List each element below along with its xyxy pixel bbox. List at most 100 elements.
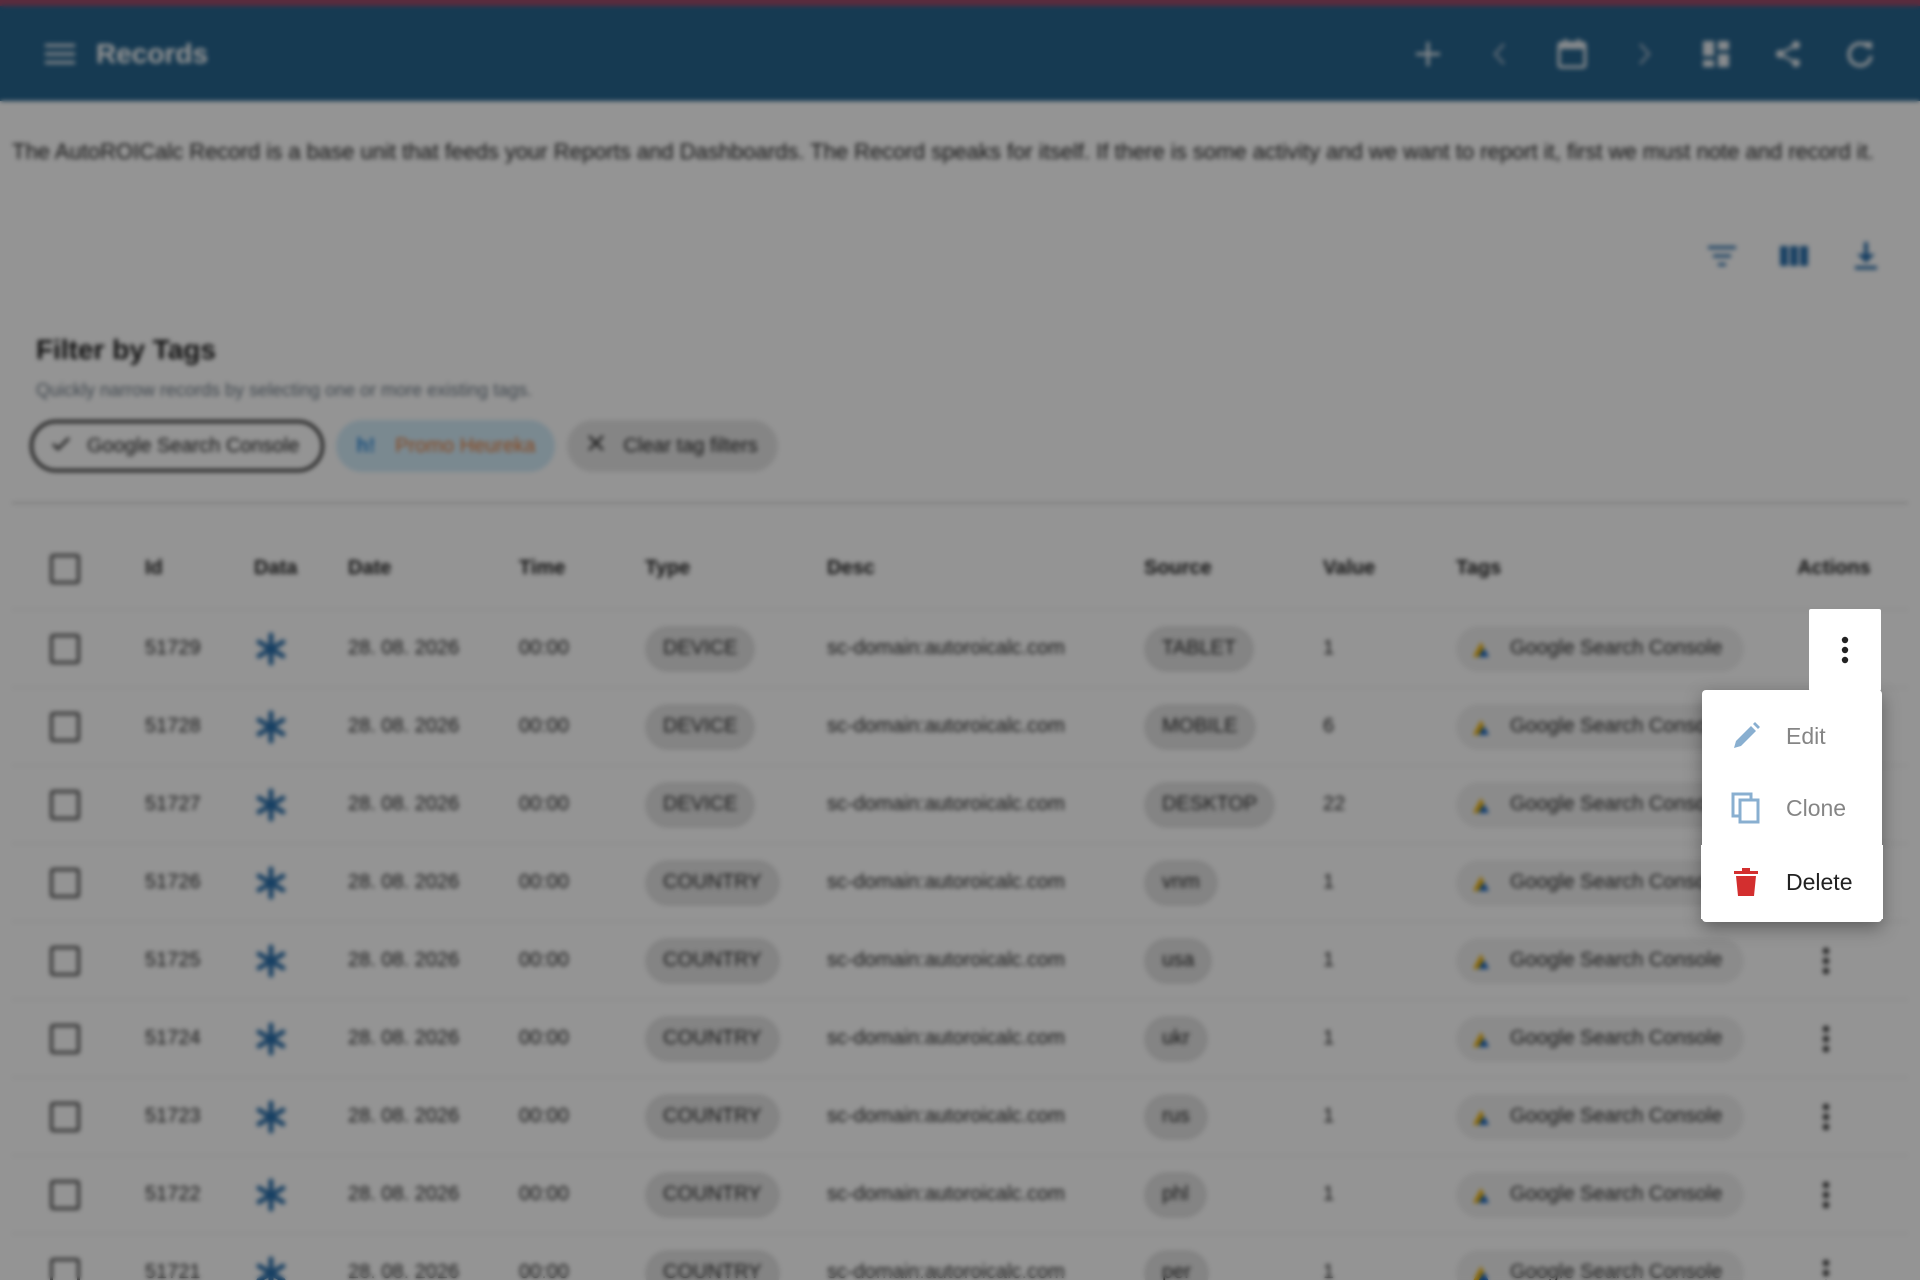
row-checkbox[interactable] <box>50 633 80 664</box>
google-search-console-icon <box>1473 1187 1489 1203</box>
column-header-source[interactable]: Source <box>1144 528 1212 609</box>
table-row[interactable]: 51725 28. 08. 2026 00:00 COUNTRY sc-domain:a… <box>12 922 1908 1000</box>
cell-date: 28. 08. 2026 <box>348 715 460 737</box>
tag-badge[interactable]: Google Search Console <box>1456 1249 1745 1280</box>
calendar-button[interactable] <box>1536 26 1608 82</box>
column-header-value[interactable]: Value <box>1323 528 1375 609</box>
tag-badge[interactable]: Google Search Console <box>1456 625 1745 672</box>
filter-button[interactable] <box>1686 232 1758 280</box>
next-period-button[interactable] <box>1608 26 1680 82</box>
cell-desc: sc-domain:autoroicalc.com <box>827 1183 1065 1205</box>
google-search-console-icon <box>1473 1265 1489 1280</box>
columns-button[interactable] <box>1758 232 1830 280</box>
row-checkbox[interactable] <box>50 1023 80 1054</box>
asterisk-icon <box>256 1256 286 1280</box>
row-checkbox[interactable] <box>50 1179 80 1210</box>
table-row[interactable]: 51724 28. 08. 2026 00:00 COUNTRY sc-domain:a… <box>12 1000 1908 1078</box>
source-badge: phl <box>1144 1171 1207 1218</box>
type-badge: DEVICE <box>645 781 756 828</box>
google-search-console-icon <box>1473 719 1489 735</box>
row-actions-button[interactable] <box>1796 1076 1856 1158</box>
table-row[interactable]: 51721 28. 08. 2026 00:00 COUNTRY sc-domain:a… <box>12 1234 1908 1280</box>
menu-item-clone[interactable]: Clone <box>1702 772 1882 844</box>
type-badge: COUNTRY <box>645 1171 780 1218</box>
cell-data <box>254 844 288 921</box>
clear-tag-filters-button[interactable]: Clear tag filters <box>567 420 778 472</box>
row-checkbox[interactable] <box>50 1257 80 1280</box>
share-icon <box>1776 40 1800 67</box>
share-button[interactable] <box>1752 26 1824 82</box>
column-header-id[interactable]: Id <box>145 528 163 609</box>
source-badge: usa <box>1144 937 1213 984</box>
row-checkbox[interactable] <box>50 867 80 898</box>
tag-filter-card: Filter by Tags Quickly narrow records by… <box>12 304 1908 504</box>
cell-date: 28. 08. 2026 <box>348 949 460 971</box>
row-checkbox[interactable] <box>50 789 80 820</box>
table-row[interactable]: 51729 28. 08. 2026 00:00 DEVICE sc-domain:au… <box>12 610 1908 688</box>
menu-item-delete[interactable]: Delete <box>1702 846 1882 918</box>
more-vert-icon <box>1822 947 1830 974</box>
tag-badge-label: Google Search Console <box>1510 1183 1723 1205</box>
tag-badge[interactable]: Google Search Console <box>1456 1015 1745 1062</box>
row-actions-button[interactable] <box>1796 920 1856 1002</box>
cell-id: 51722 <box>145 1183 201 1205</box>
menu-button[interactable] <box>38 32 82 76</box>
table-row[interactable]: 51726 28. 08. 2026 00:00 COUNTRY sc-domain:a… <box>12 844 1908 922</box>
previous-period-button[interactable] <box>1464 26 1536 82</box>
dashboard-button[interactable] <box>1680 26 1752 82</box>
cell-value: 1 <box>1323 637 1335 659</box>
cell-id: 51721 <box>145 1261 201 1280</box>
tag-chip-google-search-console[interactable]: Google Search Console <box>30 420 325 472</box>
select-all-checkbox[interactable] <box>50 553 80 584</box>
column-header-time[interactable]: Time <box>519 528 565 609</box>
row-actions-button-active[interactable] <box>1809 609 1881 691</box>
table-row[interactable]: 51723 28. 08. 2026 00:00 COUNTRY sc-domain:a… <box>12 1078 1908 1156</box>
row-checkbox[interactable] <box>50 711 80 742</box>
tag-badge[interactable]: Google Search Console <box>1456 1093 1745 1140</box>
google-search-console-icon <box>1473 875 1489 891</box>
cell-data <box>254 1234 288 1280</box>
google-search-console-icon <box>1473 1109 1489 1125</box>
asterisk-icon <box>256 632 286 665</box>
cell-date: 28. 08. 2026 <box>348 1183 460 1205</box>
cell-value: 1 <box>1323 1105 1335 1127</box>
table-header-row: Id Data Date Time Type Desc Source Value… <box>12 528 1908 610</box>
columns-icon <box>1780 246 1808 266</box>
column-header-tags[interactable]: Tags <box>1456 528 1501 609</box>
refresh-button[interactable] <box>1824 26 1896 82</box>
close-icon <box>588 435 605 451</box>
row-checkbox[interactable] <box>50 1101 80 1132</box>
refresh-icon <box>1847 41 1873 67</box>
cell-date: 28. 08. 2026 <box>348 793 460 815</box>
cell-desc: sc-domain:autoroicalc.com <box>827 1105 1065 1127</box>
tag-badge-label: Google Search Console <box>1510 793 1723 815</box>
tag-chip-promo-heureka[interactable]: h! Promo Heureka <box>336 420 556 472</box>
add-record-button[interactable] <box>1392 26 1464 82</box>
row-checkbox[interactable] <box>50 945 80 976</box>
asterisk-icon <box>256 1100 286 1133</box>
column-header-type[interactable]: Type <box>645 528 690 609</box>
table-row[interactable]: 51722 28. 08. 2026 00:00 COUNTRY sc-domain:a… <box>12 1156 1908 1234</box>
column-header-actions: Actions <box>1797 557 1871 579</box>
table-row[interactable]: 51727 28. 08. 2026 00:00 DEVICE sc-domain:au… <box>12 766 1908 844</box>
column-header-date[interactable]: Date <box>348 528 391 609</box>
cell-data <box>254 688 288 765</box>
dashboard-icon <box>1703 40 1729 67</box>
type-badge: COUNTRY <box>645 1249 780 1280</box>
tag-badge[interactable]: Google Search Console <box>1456 1171 1745 1218</box>
download-button[interactable] <box>1830 232 1902 280</box>
source-badge: ukr <box>1144 1015 1208 1062</box>
row-actions-button[interactable] <box>1796 1232 1856 1280</box>
tag-filter-title: Filter by Tags <box>36 334 216 365</box>
cell-time: 00:00 <box>519 793 570 815</box>
row-actions-button[interactable] <box>1796 998 1856 1080</box>
more-vert-icon <box>1822 1103 1830 1130</box>
row-actions-button[interactable] <box>1796 1154 1856 1236</box>
tag-badge[interactable]: Google Search Console <box>1456 937 1745 984</box>
more-vert-icon <box>1841 636 1849 664</box>
column-header-data[interactable]: Data <box>254 528 297 609</box>
column-header-desc[interactable]: Desc <box>827 528 875 609</box>
table-row[interactable]: 51728 28. 08. 2026 00:00 DEVICE sc-domain:au… <box>12 688 1908 766</box>
download-icon <box>1855 242 1877 270</box>
menu-item-edit[interactable]: Edit <box>1702 700 1882 772</box>
